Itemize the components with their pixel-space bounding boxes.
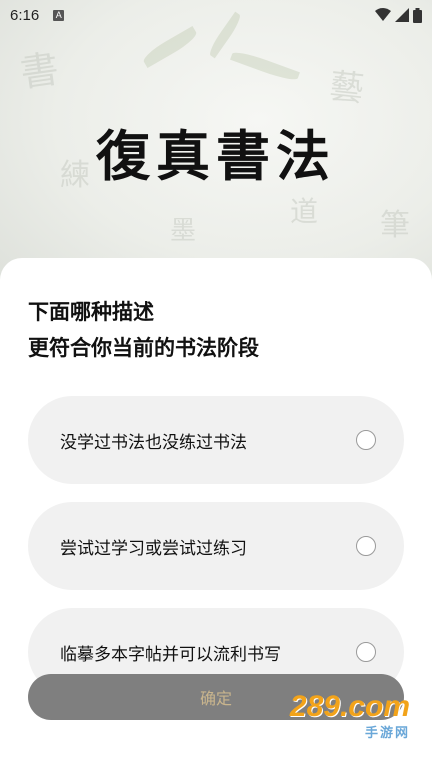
question-text: 下面哪种描述 更符合你当前的书法阶段 — [28, 294, 259, 366]
background-calligraphy: 書 — [17, 46, 62, 96]
background-leaf — [230, 48, 300, 84]
background-calligraphy: 墨 — [170, 216, 197, 246]
watermark-brand: 289.com — [289, 690, 410, 723]
option-label: 临摹多本字帖并可以流利书写 — [60, 644, 281, 665]
radio-icon[interactable] — [356, 536, 376, 556]
watermark-logo: 289.com 手游网 — [289, 690, 410, 740]
signal-icon — [395, 8, 409, 22]
app-title: 復真書法 — [96, 124, 336, 188]
option-label: 没学过书法也没练过书法 — [60, 432, 247, 453]
status-bar: 6:16 A — [0, 0, 432, 30]
wifi-icon — [375, 8, 391, 21]
radio-icon[interactable] — [356, 642, 376, 662]
battery-icon — [413, 7, 422, 23]
background-leaf — [140, 25, 200, 69]
status-time: 6:16 — [10, 6, 40, 24]
question-line-1: 下面哪种描述 — [28, 300, 154, 324]
status-icons — [375, 7, 422, 23]
radio-icon[interactable] — [356, 430, 376, 450]
question-sheet: 下面哪种描述 更符合你当前的书法阶段 没学过书法也没练过书法 尝试过学习或尝试过… — [0, 258, 432, 768]
watermark-sub: 手游网 — [364, 725, 410, 740]
background-calligraphy: 道 — [290, 195, 319, 228]
question-line-2: 更符合你当前的书法阶段 — [28, 336, 259, 360]
option-item[interactable]: 没学过书法也没练过书法 — [28, 396, 404, 484]
background-calligraphy: 筆 — [380, 208, 410, 243]
background-calligraphy: 藝 — [327, 66, 366, 110]
option-item[interactable]: 尝试过学习或尝试过练习 — [28, 502, 404, 590]
notification-icon: A — [53, 9, 65, 21]
option-label: 尝试过学习或尝试过练习 — [60, 538, 247, 559]
